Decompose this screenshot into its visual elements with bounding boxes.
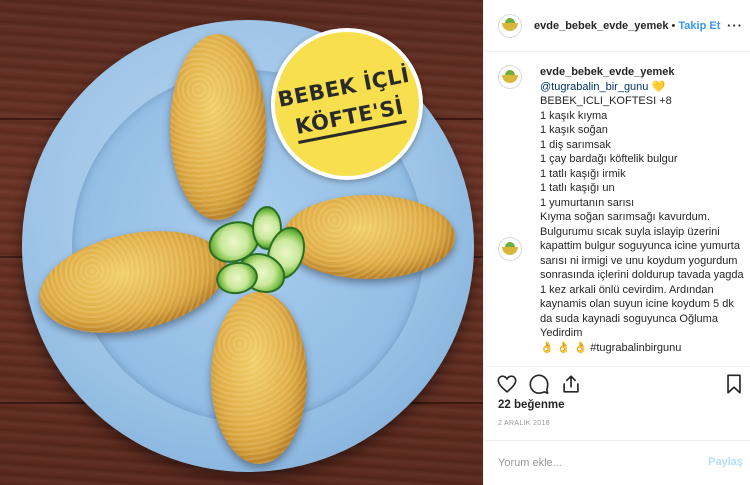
post-comment-button[interactable]: Paylaş xyxy=(708,456,743,468)
recipe-line: BEBEK_ICLI_KOFTESI +8 xyxy=(540,95,672,107)
recipe-line: 1 çay bardağı köftelik bulgur xyxy=(540,153,678,165)
kofte-bottom xyxy=(211,292,307,464)
action-bar xyxy=(484,366,750,400)
recipe-instructions: Kıyma soğan sarımsağı kavurdum. Bulgurum… xyxy=(540,211,744,339)
avatar[interactable] xyxy=(498,13,522,38)
recipe-line: 1 yumurtanın sarısı xyxy=(540,196,635,209)
kofte-top xyxy=(170,34,266,220)
yellow-heart-emoji: 💛 xyxy=(651,80,666,93)
post-header: evde_bebek_evde_yemek • Takip Et ··· xyxy=(484,0,750,52)
caption-username[interactable]: evde_bebek_evde_yemek xyxy=(540,65,746,80)
caption-area[interactable]: evde_bebek_evde_yemek @tugrabalin_bir_gu… xyxy=(484,53,750,366)
comment-input[interactable] xyxy=(498,457,698,469)
recipe-line: 1 diş sarımsak xyxy=(540,138,611,151)
more-options-icon[interactable]: ··· xyxy=(727,18,743,33)
heart-outline-icon[interactable] xyxy=(496,373,518,395)
recipe-line: 1 kaşık soğan xyxy=(540,124,608,136)
post-side-panel: evde_bebek_evde_yemek • Takip Et ··· evd… xyxy=(483,0,750,485)
bookmark-icon[interactable] xyxy=(723,373,745,395)
post-photo[interactable]: BEBEK İÇLİ KÖFTE'Sİ xyxy=(0,0,483,485)
caption-mention-link[interactable]: @tugrabalin_bir_gunu xyxy=(540,81,648,93)
avatar-logo-icon xyxy=(502,18,518,31)
header-separator: • xyxy=(671,19,676,32)
comment-bubble-icon[interactable] xyxy=(528,373,550,395)
avatar-logo-icon xyxy=(502,69,518,83)
share-arrow-icon[interactable] xyxy=(560,373,582,395)
post-date[interactable]: 2 ARALIK 2018 xyxy=(498,420,550,427)
likes-count[interactable]: 22 beğenme xyxy=(498,399,564,411)
recipe-line: 1 tatlı kaşığı un xyxy=(540,182,615,194)
caption-avatar[interactable] xyxy=(498,65,522,89)
follow-button[interactable]: Takip Et xyxy=(678,20,720,32)
comment-bar: Paylaş xyxy=(484,440,750,485)
comment-avatar[interactable] xyxy=(498,237,522,261)
title-badge: BEBEK İÇLİ KÖFTE'Sİ xyxy=(271,28,423,180)
hashtag-line: 👌 👌 👌 #tugrabalinbirgunu xyxy=(540,341,682,354)
header-username[interactable]: evde_bebek_evde_yemek xyxy=(534,20,669,32)
recipe-line: 1 tatlı kaşığı irmik xyxy=(540,167,626,180)
recipe-line: 1 kaşık kıyma xyxy=(540,109,608,122)
caption-text: evde_bebek_evde_yemek @tugrabalin_bir_gu… xyxy=(540,65,746,355)
avatar-logo-icon xyxy=(502,241,518,255)
kofte-right xyxy=(283,195,455,279)
